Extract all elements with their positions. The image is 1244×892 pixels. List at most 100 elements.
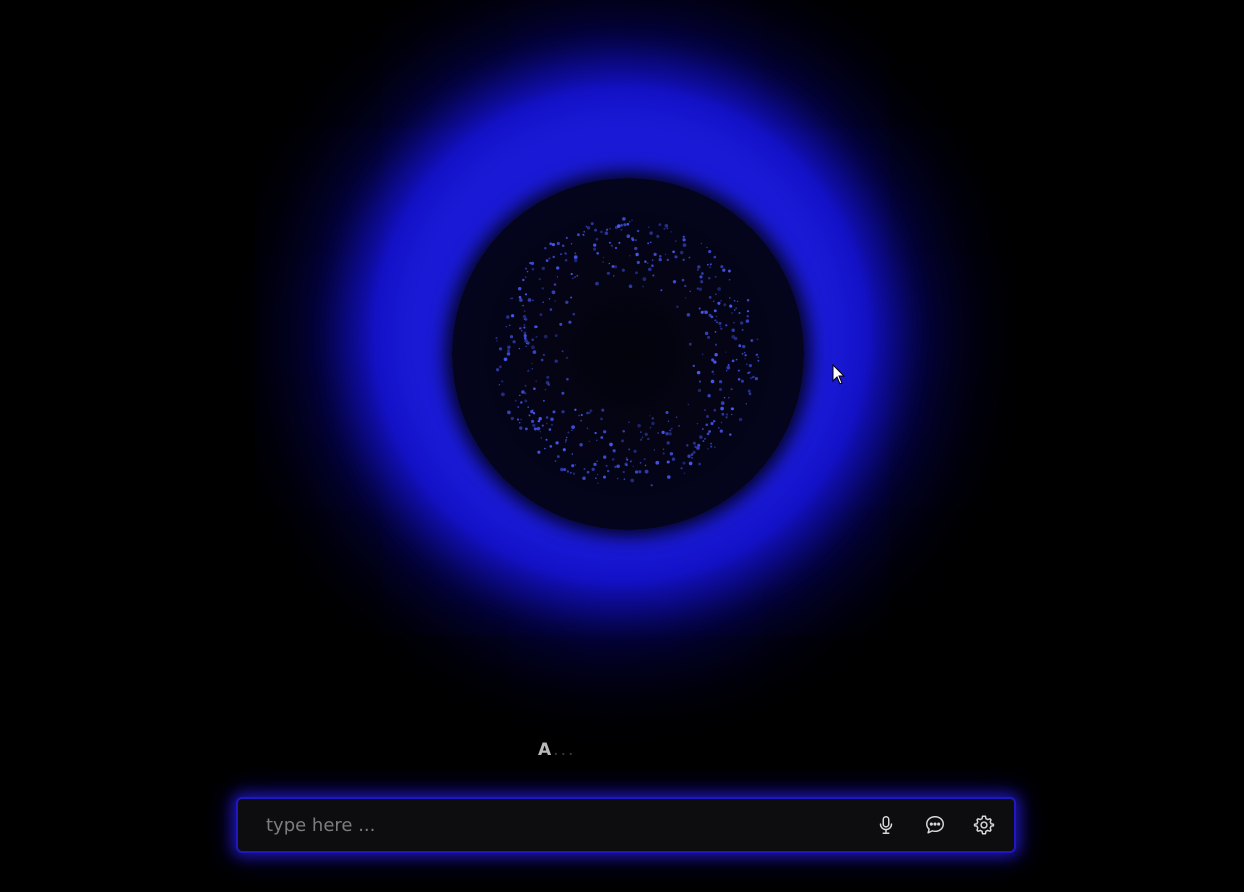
particle (537, 419, 541, 423)
particle (710, 442, 712, 445)
particle (542, 301, 544, 303)
particle (551, 243, 555, 247)
particle (624, 462, 628, 466)
particle (651, 417, 655, 420)
particle (662, 448, 665, 451)
particle (621, 439, 624, 443)
particle (663, 227, 666, 230)
particle (524, 293, 528, 296)
particle (614, 465, 617, 469)
particle (649, 231, 653, 235)
particle (524, 267, 528, 270)
particle (521, 390, 525, 394)
particle (661, 430, 665, 435)
particle (643, 458, 646, 461)
particle (550, 417, 554, 422)
particle (636, 260, 640, 265)
particle (666, 441, 670, 445)
particle (545, 259, 549, 262)
particle (636, 229, 640, 233)
particle (720, 299, 722, 302)
particle (634, 246, 638, 251)
particle (621, 268, 625, 272)
particle (501, 380, 504, 383)
microphone-button[interactable] (873, 812, 899, 838)
particle (522, 278, 525, 282)
particle (710, 421, 714, 426)
particle (546, 375, 550, 379)
particle (586, 411, 589, 415)
particle (600, 436, 604, 439)
particle (630, 478, 635, 483)
particle (670, 231, 672, 233)
particle (588, 412, 591, 414)
particle (667, 420, 670, 422)
particle (565, 356, 569, 360)
particle (729, 304, 733, 308)
particle (545, 438, 548, 441)
settings-button[interactable] (971, 812, 997, 838)
particle (719, 325, 721, 327)
particle (495, 336, 498, 339)
particle (523, 326, 526, 329)
particle (602, 261, 605, 263)
particle (700, 280, 704, 284)
particle (651, 421, 655, 426)
particle (635, 252, 639, 257)
particle (579, 443, 583, 447)
particle (604, 231, 609, 235)
particle (714, 330, 717, 333)
particle (582, 476, 586, 481)
particle (524, 392, 527, 395)
message-input[interactable] (264, 804, 873, 846)
particle (700, 242, 703, 245)
particle (642, 285, 644, 288)
particle (745, 319, 750, 323)
particle (638, 470, 642, 474)
particle (626, 222, 630, 226)
particle (712, 419, 716, 423)
particle (723, 303, 727, 307)
particle (684, 284, 687, 288)
particle (531, 267, 535, 271)
particle (634, 239, 637, 242)
particle (620, 223, 623, 227)
status-trailing: ... (553, 740, 576, 760)
particle (694, 445, 697, 449)
particle (714, 276, 717, 278)
particle (611, 265, 615, 268)
chat-button[interactable] (922, 812, 948, 838)
particle (743, 351, 746, 354)
particle (747, 371, 750, 375)
particle (536, 426, 541, 431)
particle (649, 415, 651, 417)
particle (519, 327, 521, 330)
particle (519, 426, 523, 430)
particle (556, 266, 560, 270)
particle (713, 373, 715, 375)
particle (720, 406, 724, 411)
orb-core[interactable] (452, 178, 804, 530)
particle (556, 241, 560, 246)
particle (716, 321, 719, 324)
particle (507, 345, 511, 349)
particle (669, 452, 674, 456)
particle (595, 237, 599, 241)
particle (748, 364, 752, 368)
particle (565, 300, 569, 305)
particle (738, 344, 742, 348)
particle (535, 380, 537, 382)
particle (569, 471, 572, 474)
particle (666, 227, 668, 230)
particle (666, 258, 669, 262)
particle (682, 258, 685, 261)
particle (736, 300, 739, 303)
particle (757, 356, 759, 359)
particle (680, 467, 683, 470)
particle (596, 439, 598, 441)
particle (675, 240, 677, 242)
particle (641, 436, 644, 438)
particle (635, 271, 638, 275)
particle (554, 300, 556, 302)
particle (574, 252, 577, 255)
